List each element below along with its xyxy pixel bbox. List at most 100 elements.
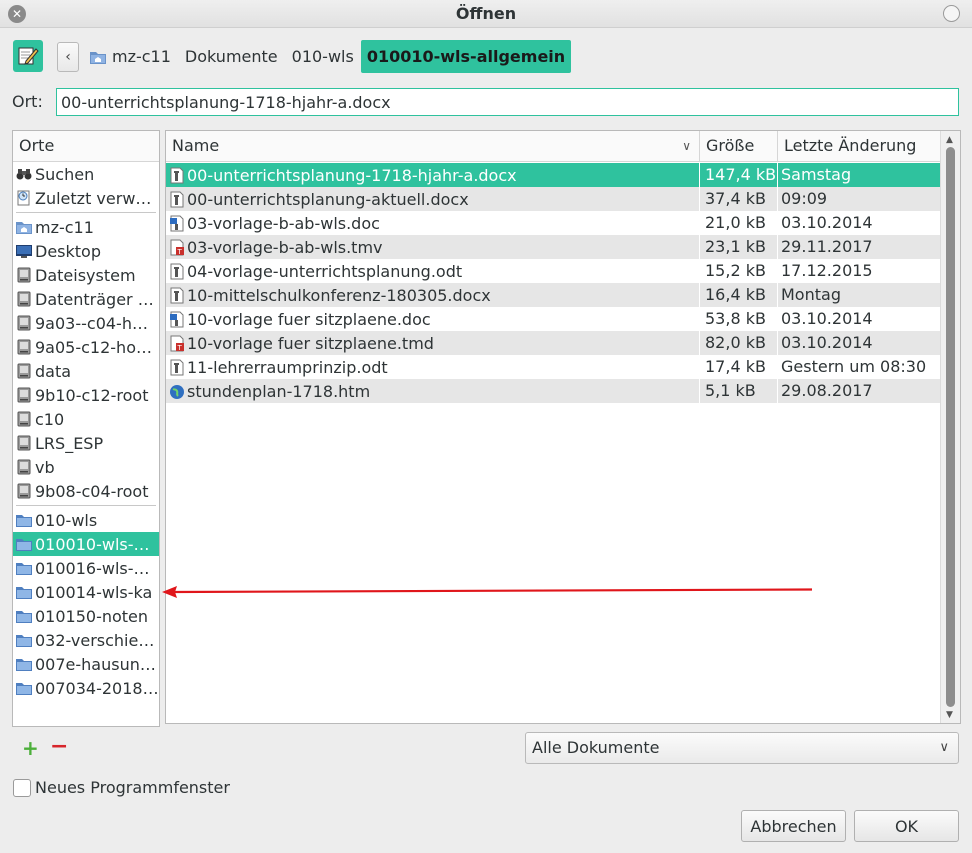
table-row[interactable]: 10-vorlage fuer sitzplaene.doc 53,8 kB 03.… (166, 307, 940, 331)
table-row[interactable]: 11-lehrerraumprinzip.odt 17,4 kB Gestern u… (166, 355, 940, 379)
sidebar-item-032[interactable]: 032-verschie… (13, 628, 159, 652)
breadcrumb-dokumente[interactable]: Dokumente (178, 40, 285, 73)
chevron-down-icon: ∨ (939, 740, 949, 755)
new-window-label[interactable]: Neues Programmfenster (35, 778, 230, 797)
sidebar-item-010150[interactable]: 010150-noten (13, 604, 159, 628)
table-row[interactable]: 00-unterrichtsplanung-1718-hjahr-a.docx 1… (166, 163, 940, 187)
file-modified: 29.11.2017 (781, 237, 873, 256)
vertical-scrollbar[interactable]: ▲ ▼ (940, 131, 960, 723)
table-row[interactable]: 03-vorlage-b-ab-wls.doc 21,0 kB 03.10.2014 (166, 211, 940, 235)
file-name-cell: T 10-vorlage fuer sitzplaene.tmd (166, 331, 700, 355)
file-name-cell: 11-lehrerraumprinzip.odt (166, 355, 700, 379)
sidebar-item-label: data (35, 361, 72, 381)
file-name: 03-vorlage-b-ab-wls.tmv (187, 237, 383, 257)
file-name: 04-vorlage-unterrichtsplanung.odt (187, 261, 463, 281)
sidebar-item-label: 007e-hausun… (35, 654, 156, 674)
table-row[interactable]: 00-unterrichtsplanung-aktuell.docx 37,4 k… (166, 187, 940, 211)
file-rows: 00-unterrichtsplanung-1718-hjahr-a.docx 1… (166, 163, 940, 403)
sidebar-item-lrs-esp[interactable]: LRS_ESP (13, 431, 159, 455)
breadcrumb: mz-c11 Dokumente 010-wls 010010-wls-allg… (83, 40, 572, 73)
sidebar-item-label: Datenträger … (35, 289, 154, 309)
home-icon (16, 219, 32, 235)
column-header-date[interactable]: Letzte Änderung (778, 131, 940, 162)
sidebar-item-010-wls[interactable]: 010-wls (13, 508, 159, 532)
places-list: Suchen Zuletzt verw… mz-c11 Desktop Dateisys… (13, 162, 159, 700)
sidebar-item-dateisystem[interactable]: Dateisystem (13, 263, 159, 287)
cancel-button[interactable]: Abbrechen (741, 810, 846, 842)
sidebar-item-9b08[interactable]: 9b08-c04-root (13, 479, 159, 503)
drive-icon (16, 411, 32, 427)
file-list-header: Name ∨ Größe Letzte Änderung (166, 131, 940, 162)
sidebar-item-label: Desktop (35, 241, 101, 261)
breadcrumb-label: mz-c11 (112, 47, 171, 66)
sidebar-item-010016[interactable]: 010016-wls-… (13, 556, 159, 580)
drive-icon (16, 267, 32, 283)
sidebar-item-010014[interactable]: 010014-wls-ka (13, 580, 159, 604)
folder-icon (16, 512, 32, 528)
table-row[interactable]: T 03-vorlage-b-ab-wls.tmv 23,1 kB 29.11.201… (166, 235, 940, 259)
scroll-up-icon[interactable]: ▲ (946, 135, 953, 145)
file-size: 21,0 kB (700, 211, 778, 235)
drive-icon (16, 459, 32, 475)
title-bar: ✕ Öffnen (0, 0, 972, 28)
sidebar-item-home-mz-c11[interactable]: mz-c11 (13, 215, 159, 239)
sidebar-item-c10[interactable]: c10 (13, 407, 159, 431)
sidebar-item-desktop[interactable]: Desktop (13, 239, 159, 263)
sidebar-item-zuletzt[interactable]: Zuletzt verw… (13, 186, 159, 210)
sidebar-item-9a03[interactable]: 9a03--c04-h… (13, 311, 159, 335)
file-name-cell: 04-vorlage-unterrichtsplanung.odt (166, 259, 700, 283)
table-row[interactable]: T 10-vorlage fuer sitzplaene.tmd 82,0 kB 03… (166, 331, 940, 355)
sidebar-item-007e[interactable]: 007e-hausun… (13, 652, 159, 676)
sidebar-item-data[interactable]: data (13, 359, 159, 383)
drive-icon (16, 435, 32, 451)
column-header-label: Name (172, 136, 220, 155)
column-header-name[interactable]: Name ∨ (166, 131, 700, 162)
sidebar-item-label: c10 (35, 409, 65, 429)
breadcrumb-back-button[interactable]: ‹ (57, 42, 79, 72)
location-input[interactable] (56, 88, 959, 116)
breadcrumb-010-wls[interactable]: 010-wls (285, 40, 361, 73)
breadcrumb-home[interactable]: mz-c11 (83, 40, 178, 73)
sidebar-item-010010[interactable]: 010010-wls-… (13, 532, 159, 556)
places-header: Orte (13, 131, 159, 162)
sidebar-item-vb[interactable]: vb (13, 455, 159, 479)
file-modified: Samstag (781, 165, 852, 184)
scroll-down-icon[interactable]: ▼ (946, 710, 953, 720)
chevron-left-icon: ‹ (65, 49, 71, 65)
sidebar-item-9a05[interactable]: 9a05-c12-ho… (13, 335, 159, 359)
scrollbar-thumb[interactable] (946, 147, 955, 707)
sidebar-item-label: vb (35, 457, 55, 477)
file-size: 15,2 kB (700, 259, 778, 283)
add-place-icon[interactable]: + (22, 736, 39, 760)
file-name: 00-unterrichtsplanung-aktuell.docx (187, 189, 469, 209)
table-row[interactable]: stundenplan-1718.htm 5,1 kB 29.08.2017 (166, 379, 940, 403)
ok-button[interactable]: OK (854, 810, 959, 842)
file-type-filter-select[interactable]: Alle Dokumente ∨ (525, 732, 959, 764)
breadcrumb-current[interactable]: 010010-wls-allgemein (360, 40, 572, 73)
folder-icon (16, 608, 32, 624)
file-name: 03-vorlage-b-ab-wls.doc (187, 213, 380, 233)
file-modified: 03.10.2014 (781, 213, 873, 232)
folder-icon (16, 632, 32, 648)
folder-icon (16, 560, 32, 576)
column-header-size[interactable]: Größe (700, 131, 778, 162)
new-window-checkbox[interactable] (13, 779, 31, 797)
sidebar-item-9b10[interactable]: 9b10-c12-root (13, 383, 159, 407)
sidebar-item-label: 010014-wls-ka (35, 582, 153, 602)
sidebar-item-007034[interactable]: 007034-2018… (13, 676, 159, 700)
drive-icon (16, 291, 32, 307)
maximize-window-button[interactable] (943, 5, 960, 22)
sidebar-item-suchen[interactable]: Suchen (13, 162, 159, 186)
file-name: stundenplan-1718.htm (187, 381, 371, 401)
remove-place-icon[interactable]: − (50, 734, 68, 759)
file-name-cell: 00-unterrichtsplanung-aktuell.docx (166, 187, 700, 211)
table-row[interactable]: 10-mittelschulkonferenz-180305.docx 16,4 … (166, 283, 940, 307)
file-name: 00-unterrichtsplanung-1718-hjahr-a.docx (187, 165, 517, 185)
file-size: 82,0 kB (700, 331, 778, 355)
type-location-toggle-button[interactable] (13, 40, 43, 72)
sidebar-item-datentraeger[interactable]: Datenträger … (13, 287, 159, 311)
file-name-cell: 10-mittelschulkonferenz-180305.docx (166, 283, 700, 307)
table-row[interactable]: 04-vorlage-unterrichtsplanung.odt 15,2 kB… (166, 259, 940, 283)
file-modified: 03.10.2014 (781, 333, 873, 352)
home-folder-icon (90, 50, 106, 64)
